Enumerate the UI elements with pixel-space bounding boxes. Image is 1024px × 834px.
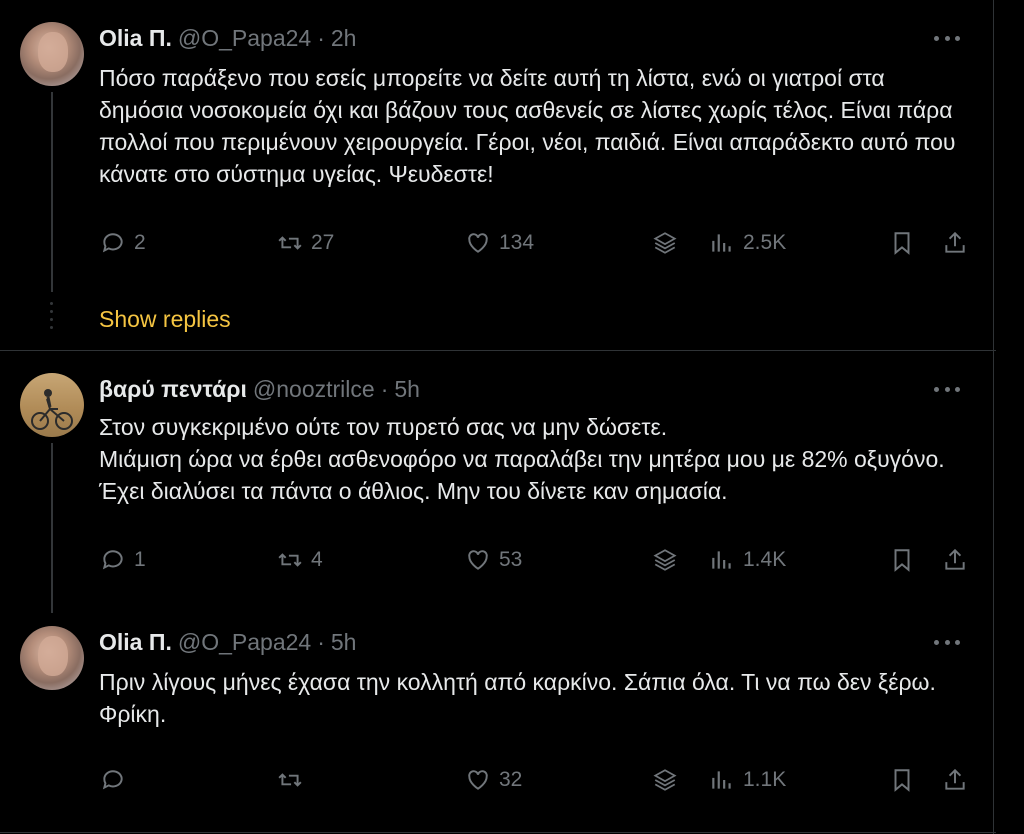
thread-dots (50, 302, 53, 334)
bookmark-icon (894, 549, 910, 572)
tweet-header: Olia Π. @O_Papa24 · 2h (99, 24, 356, 52)
display-name[interactable]: βαρύ πεντάρι (99, 376, 247, 402)
like-icon (468, 550, 488, 570)
grok-button[interactable] (652, 764, 678, 796)
tweet-actions: 32 1.1K (0, 764, 994, 796)
repost-button[interactable]: 4 (277, 544, 323, 576)
timeline: Olia Π. @O_Papa24 · 2h Πόσο παράξενο που εσ… (0, 0, 1024, 834)
share-icon (945, 231, 965, 253)
views-button[interactable]: 2.5K (709, 227, 786, 259)
bicycle-rider-icon (31, 389, 73, 430)
like-count: 53 (499, 548, 523, 571)
tweet-text: Στον συγκεκριμένο ούτε τον πυρετό σας να… (99, 411, 969, 507)
bookmark-icon (894, 232, 910, 255)
tweet-text-line: Στον συγκεκριμένο ούτε τον πυρετό σας να… (99, 414, 668, 440)
bookmark-icon (894, 769, 910, 792)
user-handle[interactable]: @O_Papa24 (178, 629, 311, 655)
timestamp[interactable]: 2h (331, 25, 357, 51)
timestamp[interactable]: 5h (394, 376, 420, 402)
views-count: 1.4K (743, 548, 787, 571)
like-count: 134 (499, 231, 535, 254)
separator: · (380, 376, 389, 402)
tweet-header: βαρύ πεντάρι @nooztrilce · 5h (99, 375, 420, 403)
tweet-header: Olia Π. @O_Papa24 · 5h (99, 628, 356, 656)
reply-button[interactable]: 2 (100, 227, 146, 259)
reply-icon (102, 550, 123, 570)
repost-button[interactable]: 27 (277, 227, 334, 259)
views-count: 2.5K (743, 231, 787, 254)
repost-count: 4 (311, 548, 323, 571)
tweet-text: Πόσο παράξενο που εσείς μπορείτε να δείτ… (99, 62, 969, 190)
share-icon (945, 548, 965, 570)
divider (0, 832, 996, 833)
repost-button[interactable] (277, 764, 311, 796)
tweet-actions: 1 4 53 1.4K (0, 544, 994, 576)
share-button[interactable] (942, 227, 968, 259)
reply-button[interactable]: 1 (100, 544, 146, 576)
tweet-2[interactable]: βαρύ πεντάρι @nooztrilce · 5h Στον συγκεκρι… (0, 351, 994, 621)
tweet-3[interactable]: Olia Π. @O_Papa24 · 5h Πριν λίγους μήνες έχ… (0, 606, 994, 834)
like-icon (468, 770, 488, 790)
grok-stack-icon (653, 549, 677, 571)
thread-line (51, 92, 53, 292)
views-button[interactable]: 1.1K (709, 764, 786, 796)
tweet-text-body: Πριν λίγους μήνες έχασα την κολλητή από … (99, 669, 936, 727)
more-icon[interactable] (934, 376, 960, 402)
timestamp[interactable]: 5h (331, 629, 357, 655)
views-count: 1.1K (743, 768, 787, 791)
share-button[interactable] (942, 544, 968, 576)
share-button[interactable] (942, 764, 968, 796)
grok-button[interactable] (652, 227, 678, 259)
separator: · (317, 25, 325, 51)
user-handle[interactable]: @O_Papa24 (178, 25, 311, 51)
reply-icon (102, 233, 123, 253)
avatar[interactable] (20, 373, 84, 437)
more-icon[interactable] (934, 629, 960, 655)
tweet-actions: 2 27 134 2.5K (0, 227, 994, 259)
reply-count: 1 (134, 548, 146, 571)
bookmark-button[interactable] (889, 544, 915, 576)
reply-button[interactable] (100, 764, 134, 796)
like-icon (468, 233, 488, 253)
reply-icon (102, 770, 123, 790)
column-border (993, 0, 1024, 834)
avatar[interactable] (20, 626, 84, 690)
grok-stack-icon (653, 769, 677, 791)
bookmark-button[interactable] (889, 227, 915, 259)
tweet-text-line: Μιάμιση ώρα να έρθει ασθενοφόρο να παραλ… (99, 446, 945, 504)
grok-stack-icon (653, 232, 677, 254)
like-button[interactable]: 134 (465, 227, 534, 259)
repost-icon (278, 553, 302, 567)
bookmark-button[interactable] (889, 764, 915, 796)
views-button[interactable]: 1.4K (709, 544, 786, 576)
more-icon[interactable] (934, 25, 960, 51)
repost-count: 27 (311, 231, 335, 254)
display-name[interactable]: Olia Π. (99, 629, 172, 655)
like-count: 32 (499, 768, 523, 791)
show-replies-link[interactable]: Show replies (99, 306, 231, 333)
user-handle[interactable]: @nooztrilce (253, 376, 375, 402)
tweet-text: Πριν λίγους μήνες έχασα την κολλητή από … (99, 666, 969, 730)
reply-count: 2 (134, 231, 146, 254)
views-icon (712, 771, 731, 789)
tweet-1[interactable]: Olia Π. @O_Papa24 · 2h Πόσο παράξενο που εσ… (0, 0, 994, 350)
repost-icon (278, 773, 302, 787)
share-icon (945, 768, 965, 790)
grok-button[interactable] (652, 544, 678, 576)
views-icon (712, 551, 731, 569)
repost-icon (278, 236, 302, 250)
avatar[interactable] (20, 22, 84, 86)
tweet-text-body: Πόσο παράξενο που εσείς μπορείτε να δείτ… (99, 65, 956, 187)
like-button[interactable]: 53 (465, 544, 522, 576)
separator: · (317, 629, 325, 655)
views-icon (712, 234, 731, 252)
thread-line (51, 443, 53, 613)
like-button[interactable]: 32 (465, 764, 522, 796)
display-name[interactable]: Olia Π. (99, 25, 172, 51)
